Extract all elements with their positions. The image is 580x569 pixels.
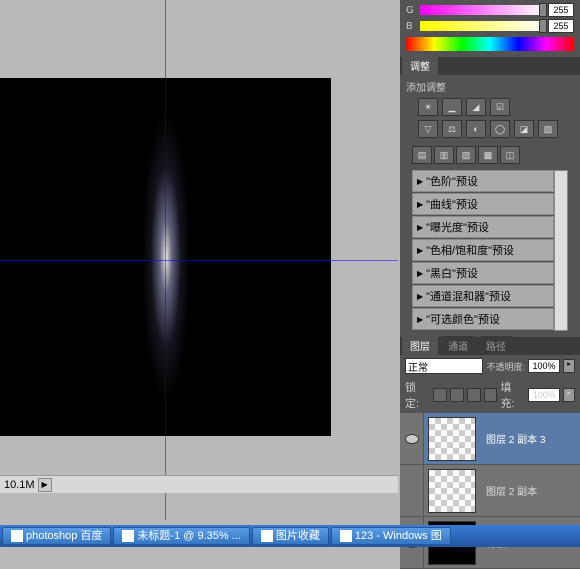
preset-item[interactable]: ▶"曝光度"预设 (412, 216, 554, 238)
g-label: G (406, 5, 416, 16)
tab-channels[interactable]: 通道 (440, 336, 476, 355)
opacity-dropdown-icon[interactable]: ▸ (563, 359, 575, 373)
tab-paths[interactable]: 路径 (478, 336, 514, 355)
adjust-title: 添加调整 (406, 79, 574, 94)
preset-label: "色相/饱和度"预设 (426, 242, 514, 258)
lock-transparency-icon[interactable] (433, 388, 447, 402)
color-panel: G 255 B 255 (400, 0, 580, 57)
adj-icon-2-4[interactable]: ◪ (514, 120, 534, 138)
b-slider-knob[interactable] (539, 19, 547, 33)
taskbar-item-2[interactable]: 图片收藏 (252, 527, 329, 545)
expand-arrow-icon: ▶ (417, 200, 423, 209)
taskbar-item-1[interactable]: 未标题-1 @ 9.35% ... (113, 527, 249, 545)
scroll-right-button[interactable]: ▶ (38, 478, 52, 492)
layer-item[interactable]: 图层 2 副本 (400, 465, 580, 517)
adjust-row-3: ▤ ▥ ▨ ▩ ◫ (406, 142, 574, 168)
tab-adjust[interactable]: 调整 (402, 56, 438, 75)
lock-position-icon[interactable] (467, 388, 481, 402)
expand-arrow-icon: ▶ (417, 246, 423, 255)
layers-tabs: 图层 通道 路径 (400, 337, 580, 355)
preset-scrollbar[interactable] (554, 170, 568, 331)
visibility-toggle[interactable] (400, 465, 424, 516)
adj-icon-2-5[interactable]: ▧ (538, 120, 558, 138)
preset-label: "通道混和器"预设 (426, 288, 511, 304)
right-panels: G 255 B 255 调整 添加调整 ☀ ▁ ◢ ☑ ▽ ⚖ ◐ ◯ ◪ ▧ (400, 0, 580, 525)
adj-icon-3-3[interactable]: ▩ (478, 146, 498, 164)
fill-label: 填充: (500, 379, 525, 411)
guide-horizontal[interactable] (0, 260, 398, 261)
adjustments-panel: 添加调整 ☀ ▁ ◢ ☑ ▽ ⚖ ◐ ◯ ◪ ▧ ▤ ▥ ▨ ▩ ◫ ▶"色阶"… (400, 75, 580, 337)
preset-item[interactable]: ▶"色阶"预设 (412, 170, 554, 192)
tab-layers[interactable]: 图层 (402, 336, 438, 355)
layer-name[interactable]: 图层 2 副本 (480, 483, 580, 498)
preset-label: "色阶"预设 (426, 173, 478, 189)
lock-pixels-icon[interactable] (450, 388, 464, 402)
taskbar: photoshop 百度 未标题-1 @ 9.35% ... 图片收藏 123 … (0, 525, 580, 547)
blend-mode-select[interactable]: 正常 (405, 358, 483, 374)
layer-thumbnail[interactable] (428, 417, 476, 461)
expand-arrow-icon: ▶ (417, 223, 423, 232)
expand-arrow-icon: ▶ (417, 177, 423, 186)
layer-thumbnail[interactable] (428, 469, 476, 513)
adjust-row-1: ☀ ▁ ◢ ☑ (406, 98, 574, 116)
adjust-tabs: 调整 (400, 57, 580, 75)
canvas-area: 10.1M ▶ (0, 0, 400, 520)
lock-all-icon[interactable] (484, 388, 498, 402)
b-slider[interactable] (420, 21, 544, 31)
g-slider[interactable] (420, 5, 544, 15)
preset-item[interactable]: ▶"可选颜色"预设 (412, 308, 554, 330)
eye-icon (405, 434, 419, 444)
adj-icon-2-3[interactable]: ◯ (490, 120, 510, 138)
taskbar-item-3[interactable]: 123 - Windows 图 (331, 527, 451, 545)
adj-icon-2-2[interactable]: ◐ (466, 120, 486, 138)
app-icon (11, 530, 23, 542)
fill-dropdown-icon[interactable]: ▸ (563, 388, 575, 402)
preset-label: "曲线"预设 (426, 196, 478, 212)
app-icon (122, 530, 134, 542)
preset-label: "黑白"预设 (426, 265, 478, 281)
opacity-label: 不透明度: (486, 360, 525, 373)
adj-levels-icon[interactable]: ▁ (442, 98, 462, 116)
preset-list: ▶"色阶"预设▶"曲线"预设▶"曝光度"预设▶"色相/饱和度"预设▶"黑白"预设… (412, 170, 554, 331)
preset-item[interactable]: ▶"色相/饱和度"预设 (412, 239, 554, 261)
expand-arrow-icon: ▶ (417, 269, 423, 278)
adjust-row-2: ▽ ⚖ ◐ ◯ ◪ ▧ (406, 120, 574, 138)
preset-label: "可选颜色"预设 (426, 311, 500, 327)
adj-icon-2-1[interactable]: ⚖ (442, 120, 462, 138)
adj-icon-3-2[interactable]: ▨ (456, 146, 476, 164)
status-bar: 10.1M ▶ (0, 475, 398, 493)
fill-value[interactable]: 100% (528, 388, 560, 402)
g-value[interactable]: 255 (548, 3, 574, 17)
layer-item[interactable]: 图层 2 副本 3 (400, 413, 580, 465)
opacity-value[interactable]: 100% (528, 359, 560, 373)
adj-icon-3-0[interactable]: ▤ (412, 146, 432, 164)
b-value[interactable]: 255 (548, 19, 574, 33)
visibility-toggle[interactable] (400, 413, 424, 464)
app-icon (340, 530, 352, 542)
taskbar-item-0[interactable]: photoshop 百度 (2, 527, 111, 545)
adj-curves-icon[interactable]: ◢ (466, 98, 486, 116)
preset-item[interactable]: ▶"曲线"预设 (412, 193, 554, 215)
adj-brightness-icon[interactable]: ☀ (418, 98, 438, 116)
status-zoom: 10.1M (4, 479, 35, 491)
b-label: B (406, 21, 416, 32)
adj-exposure-icon[interactable]: ☑ (490, 98, 510, 116)
lock-label: 锁定: (405, 379, 430, 411)
expand-arrow-icon: ▶ (417, 292, 423, 301)
adj-icon-3-4[interactable]: ◫ (500, 146, 520, 164)
preset-item[interactable]: ▶"黑白"预设 (412, 262, 554, 284)
color-spectrum[interactable] (406, 37, 574, 51)
adj-icon-3-1[interactable]: ▥ (434, 146, 454, 164)
g-slider-knob[interactable] (539, 3, 547, 17)
adj-icon-2-0[interactable]: ▽ (418, 120, 438, 138)
app-icon (261, 530, 273, 542)
expand-arrow-icon: ▶ (417, 315, 423, 324)
preset-item[interactable]: ▶"通道混和器"预设 (412, 285, 554, 307)
preset-label: "曝光度"预设 (426, 219, 489, 235)
layer-name[interactable]: 图层 2 副本 3 (480, 431, 580, 446)
